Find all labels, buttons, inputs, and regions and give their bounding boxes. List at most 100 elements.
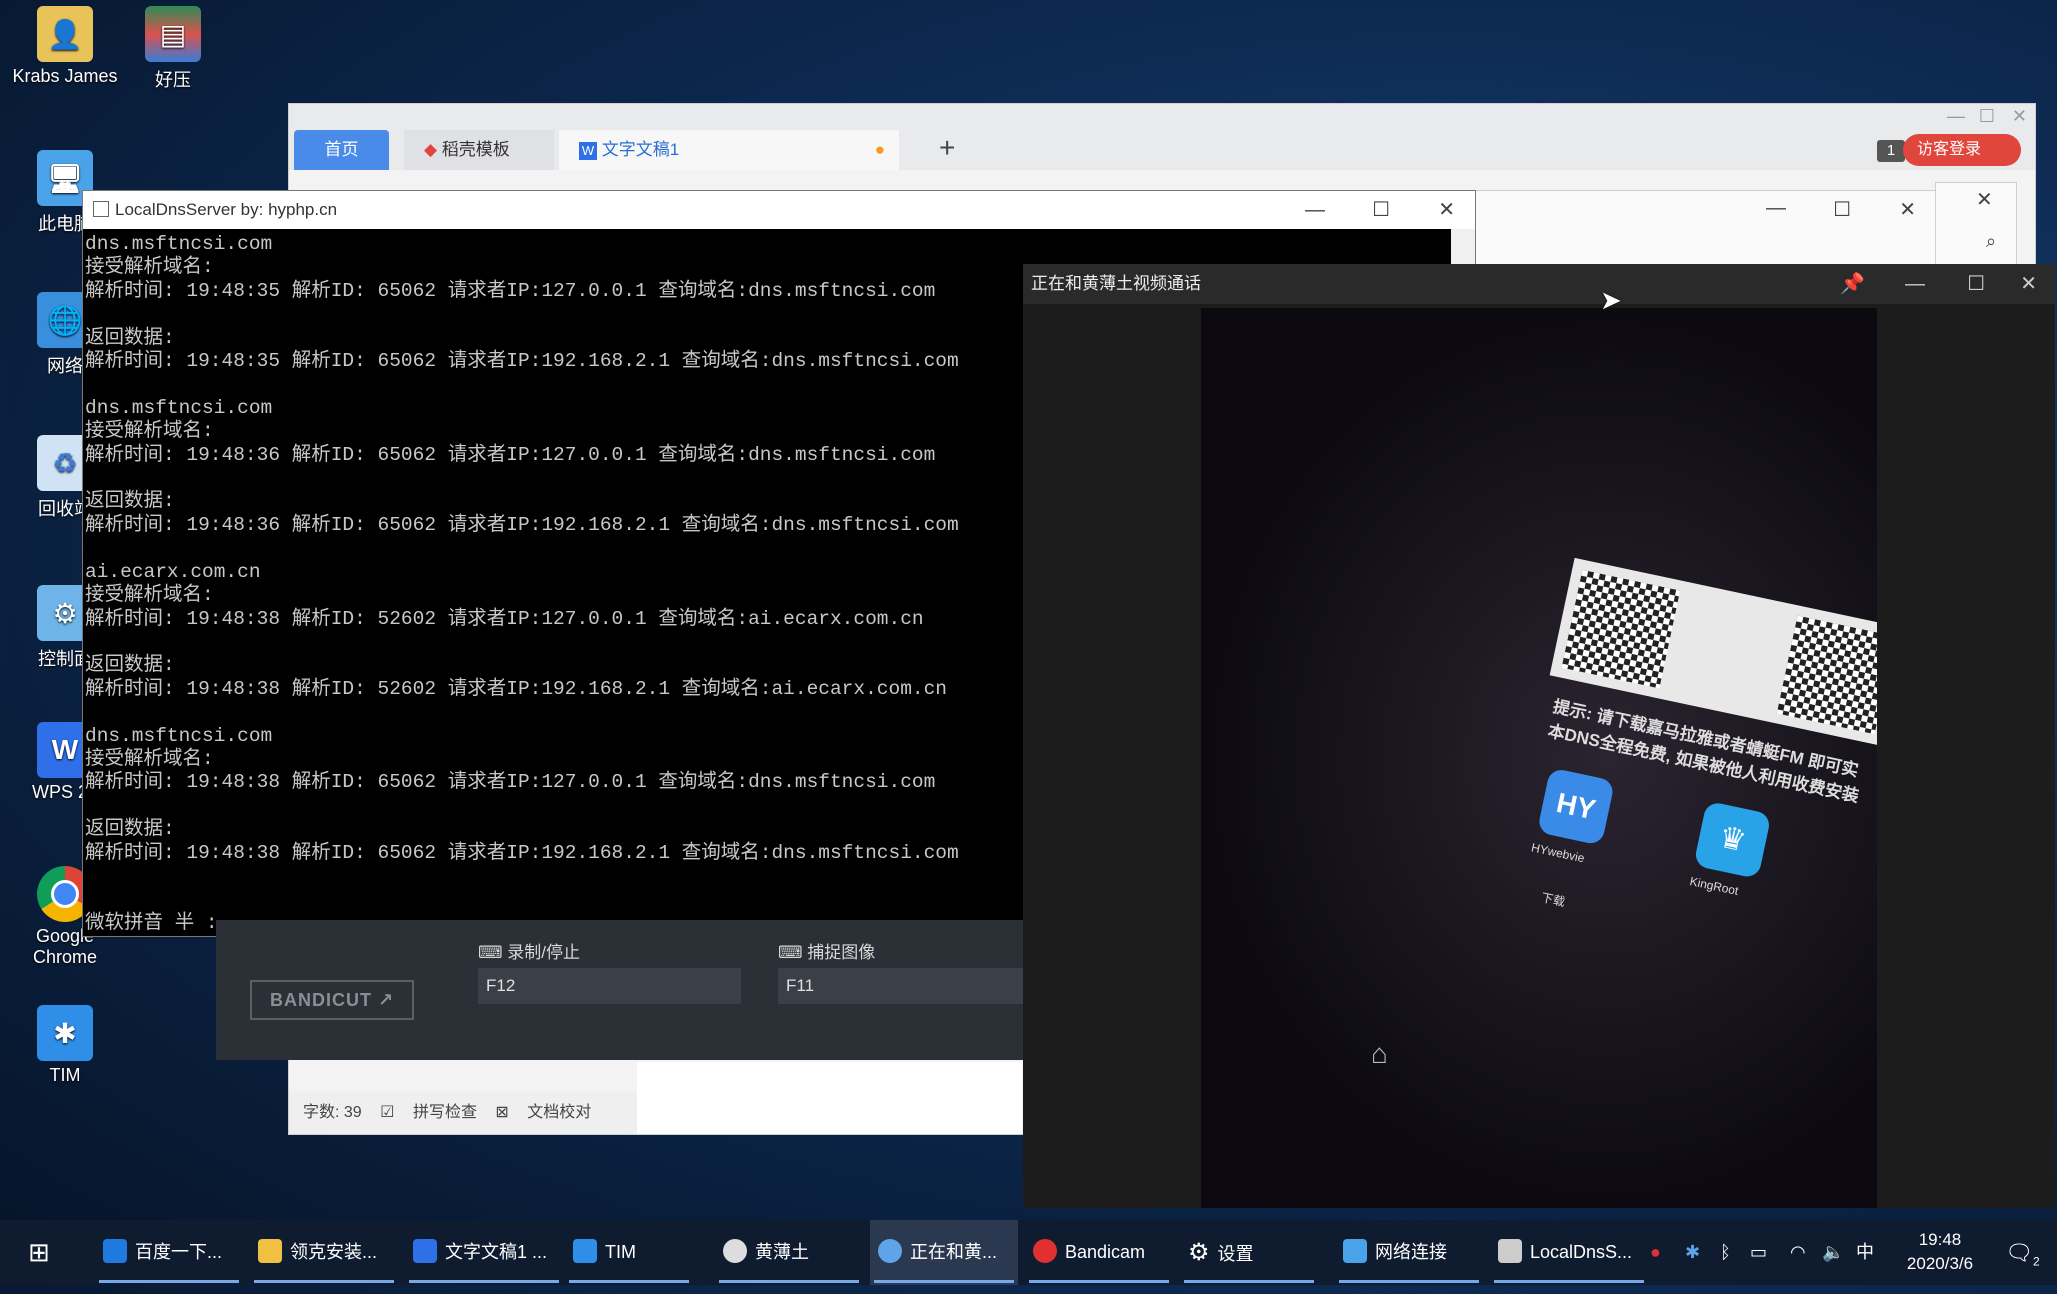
running-indicator [1029,1280,1169,1283]
desktop-icon-krabs[interactable]: 👤 Krabs James [10,6,120,87]
user-folder-icon: 👤 [37,6,93,62]
notification-icon[interactable]: 🗨2 [2005,1220,2040,1285]
taskbar-label: LocalDnsS... [1530,1242,1633,1262]
taskbar-item-chat[interactable]: 黄薄土 [715,1220,863,1285]
close-icon[interactable]: ✕ [1438,191,1455,229]
word-count: 字数: 39 [303,1104,362,1121]
search-icon[interactable]: ⌕ [1986,231,1996,252]
taskbar-label: 黄薄土 [755,1242,809,1262]
minimize-icon[interactable]: — [1766,197,1786,220]
running-indicator [1494,1280,1644,1283]
running-indicator [409,1280,559,1283]
new-tab-icon[interactable]: + [939,132,955,164]
doc-proof-label: 文档校对 [527,1104,592,1121]
bluetooth-icon[interactable]: ᛒ [1720,1220,1731,1285]
video-call-window: 正在和黄薄土视频通话 📌 — ☐ ✕ 提示: 请下载嘉马拉雅或者蜻蜓FM 即可实… [1023,264,2055,1208]
tim-tray-icon[interactable]: ✱ [1685,1220,1700,1285]
taskbar-item-settings[interactable]: ⚙ 设置 [1180,1220,1318,1285]
running-indicator [569,1280,689,1283]
desktop-icon-label: Krabs James [12,66,118,86]
console-titlebar: LocalDnsServer by: hyphp.cn — ☐ ✕ [83,191,1475,229]
video-frame[interactable]: 提示: 请下载嘉马拉雅或者蜻蜓FM 即可实 本DNS全程免费, 如果被他人利用收… [1201,308,1877,1208]
wps-tabbar: 首页 ◆ 稻壳模板 W 文字文稿1 ● + 1 访客登录 — ☐ ✕ [289,104,2035,170]
bandicut-button[interactable]: BANDICUT ↗ [250,980,414,1020]
taskbar-item-videocall[interactable]: 正在和黄... [870,1220,1018,1285]
running-indicator [719,1280,859,1283]
taskbar-label: 文字文稿1 ... [445,1242,548,1262]
taskbar-label: 领克安装... [290,1242,378,1262]
close-icon[interactable]: ✕ [1976,187,1993,212]
video-titlebar: 正在和黄薄土视频通话 📌 — ☐ ✕ [1023,264,2055,304]
close-icon[interactable]: ✕ [2020,264,2037,304]
mouse-cursor-icon: ➤ [1600,285,1622,315]
running-indicator [1339,1280,1479,1283]
desktop-icon-tim[interactable]: ✱ TIM [10,1005,120,1086]
taskbar-item-wps[interactable]: 文字文稿1 ... [405,1220,563,1285]
spell-check-button[interactable]: ☑ 拼写检查 [380,1104,477,1121]
video-title: 正在和黄薄土视频通话 [1031,274,1201,293]
desktop-icon-label: 好压 [155,70,191,90]
minimize-icon[interactable]: — [1905,264,1925,304]
hy-app-icon: HY [1536,767,1616,846]
volume-icon[interactable]: 🔈 [1822,1220,1844,1285]
pin-icon[interactable]: 📌 [1840,264,1865,304]
console-app-icon [93,201,109,217]
tab-home[interactable]: 首页 [294,130,389,170]
tab-templates[interactable]: ◆ 稻壳模板 [404,130,554,170]
capture-label-text: 捕捉图像 [807,943,876,962]
qr-code-icon [1561,569,1681,689]
tim-icon [573,1239,597,1263]
record-tray-icon[interactable]: ● [1650,1220,1661,1285]
visitor-login-button[interactable]: 访客登录 [1902,134,2021,166]
battery-icon[interactable]: ▭ [1750,1220,1767,1285]
network-connections-icon [1343,1239,1367,1263]
app2-label: KingRoot [1688,874,1740,899]
ime-indicator[interactable]: 中 [1856,1220,1874,1285]
clock[interactable]: 19:48 2020/3/6 [1895,1220,1985,1293]
capture-hotkey-field[interactable]: F11 [778,968,1041,1004]
running-indicator [99,1280,239,1283]
panda-avatar-icon [723,1239,747,1263]
maximize-icon[interactable]: ☐ [1967,264,1985,304]
edge-icon [103,1239,127,1263]
window-title: LocalDnsServer by: hyphp.cn [115,200,338,219]
taskbar-item-tim[interactable]: TIM [565,1220,693,1285]
video-call-icon [878,1239,902,1263]
qr-code-icon [1776,615,1877,735]
notification-count: 2 [2032,1254,2040,1269]
close-icon[interactable]: ✕ [1899,197,1916,222]
maximize-icon[interactable]: ☐ [1372,191,1390,229]
background-window-2: ✕ ⌕ [1935,182,2017,274]
clock-date: 2020/3/6 [1906,1254,1974,1273]
taskbar-item-folder[interactable]: 领克安装... [250,1220,398,1285]
home-icon: ⌂ [1371,1038,1388,1069]
taskbar-label: 正在和黄... [910,1242,998,1262]
minimize-icon[interactable]: — [1305,191,1325,229]
minimize-icon[interactable]: — [1947,106,1965,127]
wifi-icon[interactable]: ◠ [1790,1220,1806,1285]
maximize-icon[interactable]: ☐ [1979,106,1995,127]
taskbar-item-localdns[interactable]: LocalDnsS... [1490,1220,1648,1285]
desktop-icon-label: TIM [49,1065,81,1085]
kingroot-app-icon: ♛ [1693,800,1772,880]
record-hotkey-field[interactable]: F12 [478,968,741,1004]
taskbar-item-bandicam[interactable]: Bandicam [1025,1220,1173,1285]
taskbar-label: 设置 [1217,1244,1254,1264]
desktop-icon-haoya[interactable]: ▤ 好压 [118,6,228,92]
taskbar-item-edge[interactable]: 百度一下... [95,1220,243,1285]
clock-time: 19:48 [1918,1230,1962,1249]
bandicam-panel: BANDICUT ↗ ⌨ 录制/停止 F12 ⌨ 捕捉图像 F11 [216,920,1041,1060]
record-icon [1033,1239,1057,1263]
close-icon[interactable]: ✕ [2012,106,2027,127]
start-button[interactable]: ⊞ [20,1220,78,1285]
window-count-badge[interactable]: 1 [1877,140,1905,162]
spell-check-label: 拼写检查 [412,1104,477,1121]
taskbar-item-network[interactable]: 网络连接 [1335,1220,1483,1285]
app1-label: HYwebvie [1530,840,1586,866]
tab-document[interactable]: W 文字文稿1 ● [559,130,899,170]
doc-proof-button[interactable]: ⊠ 文档校对 [495,1104,591,1121]
wps-doc-icon: W [579,142,597,160]
tim-icon: ✱ [37,1005,93,1061]
document-page[interactable] [637,1062,1022,1134]
maximize-icon[interactable]: ☐ [1833,197,1851,222]
